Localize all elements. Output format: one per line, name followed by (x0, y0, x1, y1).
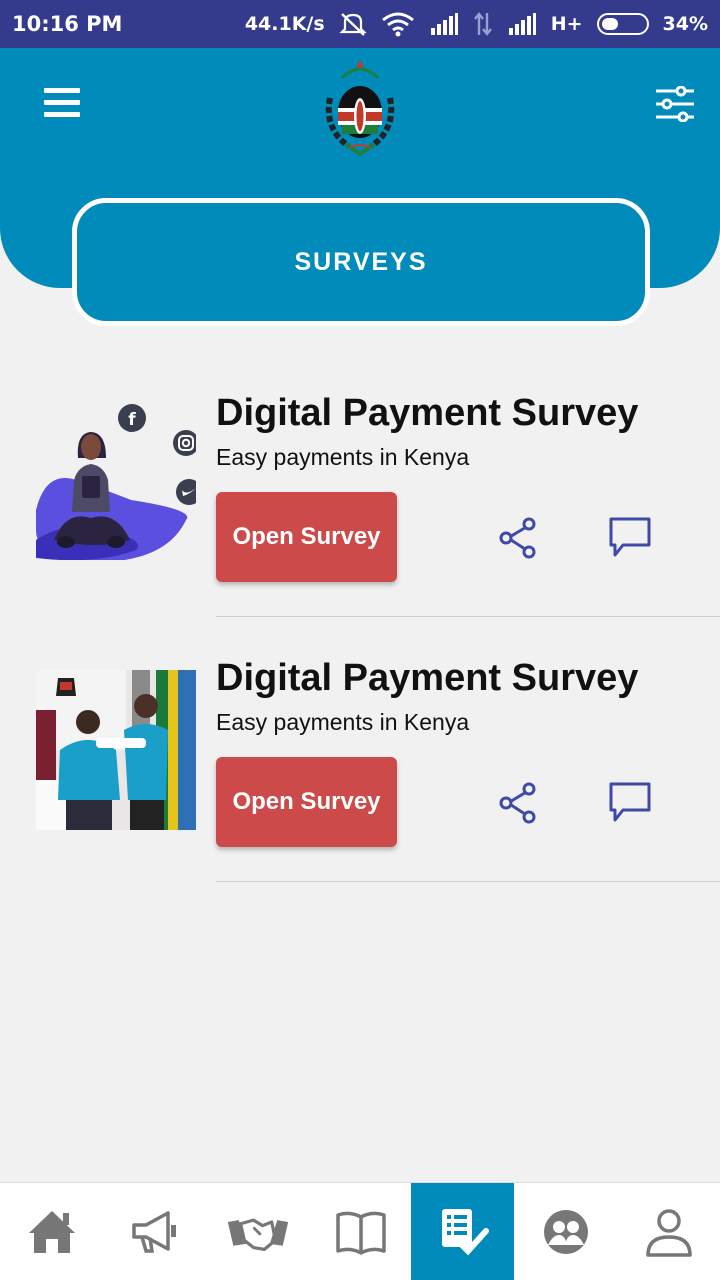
illustration-woman-with-tablet: f (36, 404, 196, 560)
open-survey-button[interactable]: Open Survey (216, 757, 397, 847)
data-arrows-icon (473, 12, 492, 36)
net-speed: 44.1K/s (244, 13, 325, 35)
handshake-icon (227, 1218, 288, 1251)
bottom-nav (0, 1182, 720, 1280)
survey-title: Digital Payment Survey (216, 392, 639, 434)
home-icon (28, 1211, 75, 1253)
menu-bar (44, 112, 80, 117)
battery-percent: 34% (662, 13, 708, 35)
group-icon (543, 1210, 588, 1254)
book-icon (335, 1211, 386, 1255)
signal-icon (508, 13, 536, 35)
battery-icon (596, 13, 649, 35)
menu-bar (44, 100, 80, 105)
coat-of-arms-logo (325, 60, 395, 157)
survey-card: f Digital Payment Survey Easy payments i… (0, 352, 720, 617)
wifi-icon (381, 12, 414, 37)
survey-title: Digital Payment Survey (216, 657, 639, 699)
nav-community[interactable] (514, 1183, 617, 1280)
nav-profile[interactable] (617, 1183, 720, 1280)
signal-icon (430, 13, 458, 35)
nav-partnerships[interactable] (206, 1183, 309, 1280)
battery-fill (601, 18, 618, 30)
survey-subtitle: Easy payments in Kenya (216, 709, 470, 735)
comment-icon[interactable] (607, 780, 653, 824)
photo-people-in-blue-shirts (36, 670, 196, 830)
menu-icon[interactable] (44, 88, 80, 120)
nav-surveys[interactable] (411, 1183, 514, 1280)
divider (216, 881, 720, 882)
open-survey-button[interactable]: Open Survey (216, 492, 397, 582)
filter-sliders-icon[interactable] (654, 86, 696, 122)
nav-home[interactable] (0, 1183, 103, 1280)
share-icon[interactable] (498, 517, 538, 559)
share-icon[interactable] (498, 782, 538, 824)
profile-icon (645, 1209, 692, 1257)
svg-text:f: f (128, 410, 136, 430)
survey-checklist-icon (441, 1209, 489, 1256)
survey-card: Digital Payment Survey Easy payments in … (0, 617, 720, 882)
tab-surveys[interactable]: SURVEYS (72, 198, 650, 326)
menu-bar (44, 88, 80, 93)
nav-library[interactable] (309, 1183, 412, 1280)
network-type: H+ (550, 13, 583, 35)
megaphone-icon (131, 1211, 176, 1253)
status-bar: 10:16 PM 44.1K/s H+ 34% (0, 0, 720, 48)
nav-announcements[interactable] (103, 1183, 206, 1280)
status-time: 10:16 PM (12, 12, 123, 36)
comment-icon[interactable] (607, 515, 653, 559)
survey-subtitle: Easy payments in Kenya (216, 444, 470, 470)
mute-icon (339, 13, 367, 36)
status-indicators: 44.1K/s H+ 34% (245, 11, 708, 37)
